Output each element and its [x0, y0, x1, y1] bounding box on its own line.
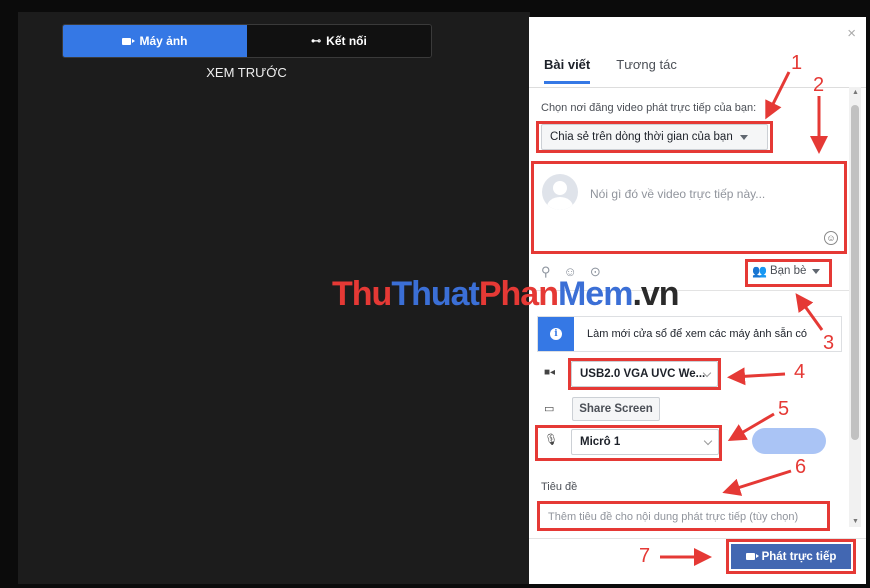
compose-box[interactable]: Nói gì đó về video trực tiếp này... ☺: [531, 161, 847, 254]
tab-connect[interactable]: ⊷ Kết nối: [247, 25, 431, 57]
annotation-number-5: 5: [778, 398, 790, 420]
tab-interact[interactable]: Tương tác: [616, 57, 677, 84]
preview-label: XEM TRƯỚC: [206, 65, 287, 80]
microphone-icon: 🎙: [544, 434, 558, 446]
tab-camera[interactable]: Máy ảnh: [63, 25, 247, 57]
title-label: Tiêu đề: [541, 481, 578, 493]
tab-camera-label: Máy ảnh: [139, 34, 188, 48]
scroll-down-icon[interactable]: ▼: [852, 518, 859, 525]
camera-select[interactable]: USB2.0 VGA UVC We...: [571, 361, 718, 387]
video-camera-icon: [122, 37, 136, 45]
connect-icon: ⊷: [311, 35, 322, 47]
go-live-label: Phát trực tiếp: [761, 550, 837, 563]
camera-value: USB2.0 VGA UVC We...: [580, 368, 706, 380]
share-screen-button[interactable]: Share Screen: [572, 397, 660, 421]
notice-text: Làm mới cửa sổ để xem các máy ảnh sẵn có: [587, 328, 807, 340]
annotation-number-2: 2: [813, 74, 825, 96]
monitor-icon: ▭: [544, 403, 555, 415]
audience-select[interactable]: 👥 Bạn bè: [752, 264, 821, 278]
annotation-number-6: 6: [795, 456, 807, 478]
scroll-thumb[interactable]: [851, 105, 859, 440]
tab-post[interactable]: Bài viết: [544, 57, 591, 84]
friends-icon: 👥: [752, 264, 767, 278]
video-camera-icon: [745, 553, 759, 560]
emoji-icon[interactable]: ☺: [824, 231, 838, 245]
title-input[interactable]: Thêm tiêu đề cho nội dung phát trực tiếp…: [537, 501, 830, 531]
close-icon[interactable]: ×: [847, 25, 856, 42]
go-live-button[interactable]: Phát trực tiếp: [726, 539, 856, 574]
caret-down-icon: [812, 268, 821, 274]
refresh-notice: i Làm mới cửa sổ để xem các máy ảnh sẵn …: [537, 316, 842, 352]
watermark-logo: ThuThuatPhanMem.vn: [332, 275, 680, 313]
caret-down-icon: [739, 134, 748, 140]
info-icon: i: [538, 317, 574, 351]
source-tabs: Máy ảnh ⊷ Kết nối: [62, 24, 432, 58]
annotation-number-1: 1: [791, 52, 803, 74]
panel-tabs: Bài viết Tương tác: [544, 57, 677, 84]
audience-value: Bạn bè: [769, 265, 807, 277]
panel-scrollbar[interactable]: ▲ ▼: [849, 87, 861, 527]
annotation-number-3: 3: [823, 332, 835, 354]
microphone-select[interactable]: Micrô 1: [571, 429, 719, 455]
destination-label: Chọn nơi đăng video phát trực tiếp của b…: [541, 102, 757, 114]
scroll-up-icon[interactable]: ▲: [852, 89, 859, 96]
compose-input[interactable]: Nói gì đó về video trực tiếp này...: [590, 187, 765, 201]
destination-value: Chia sẻ trên dòng thời gian của bạn: [550, 131, 733, 143]
chevron-down-icon: [703, 436, 713, 446]
audio-level-meter: [752, 428, 826, 454]
destination-select[interactable]: Chia sẻ trên dòng thời gian của bạn: [541, 124, 768, 150]
avatar: [542, 174, 578, 210]
mic-value: Micrô 1: [580, 436, 621, 448]
annotation-number-4: 4: [794, 361, 806, 383]
camera-icon: ■◂: [544, 367, 556, 378]
tab-connect-label: Kết nối: [326, 34, 367, 48]
annotation-number-7: 7: [639, 545, 651, 567]
